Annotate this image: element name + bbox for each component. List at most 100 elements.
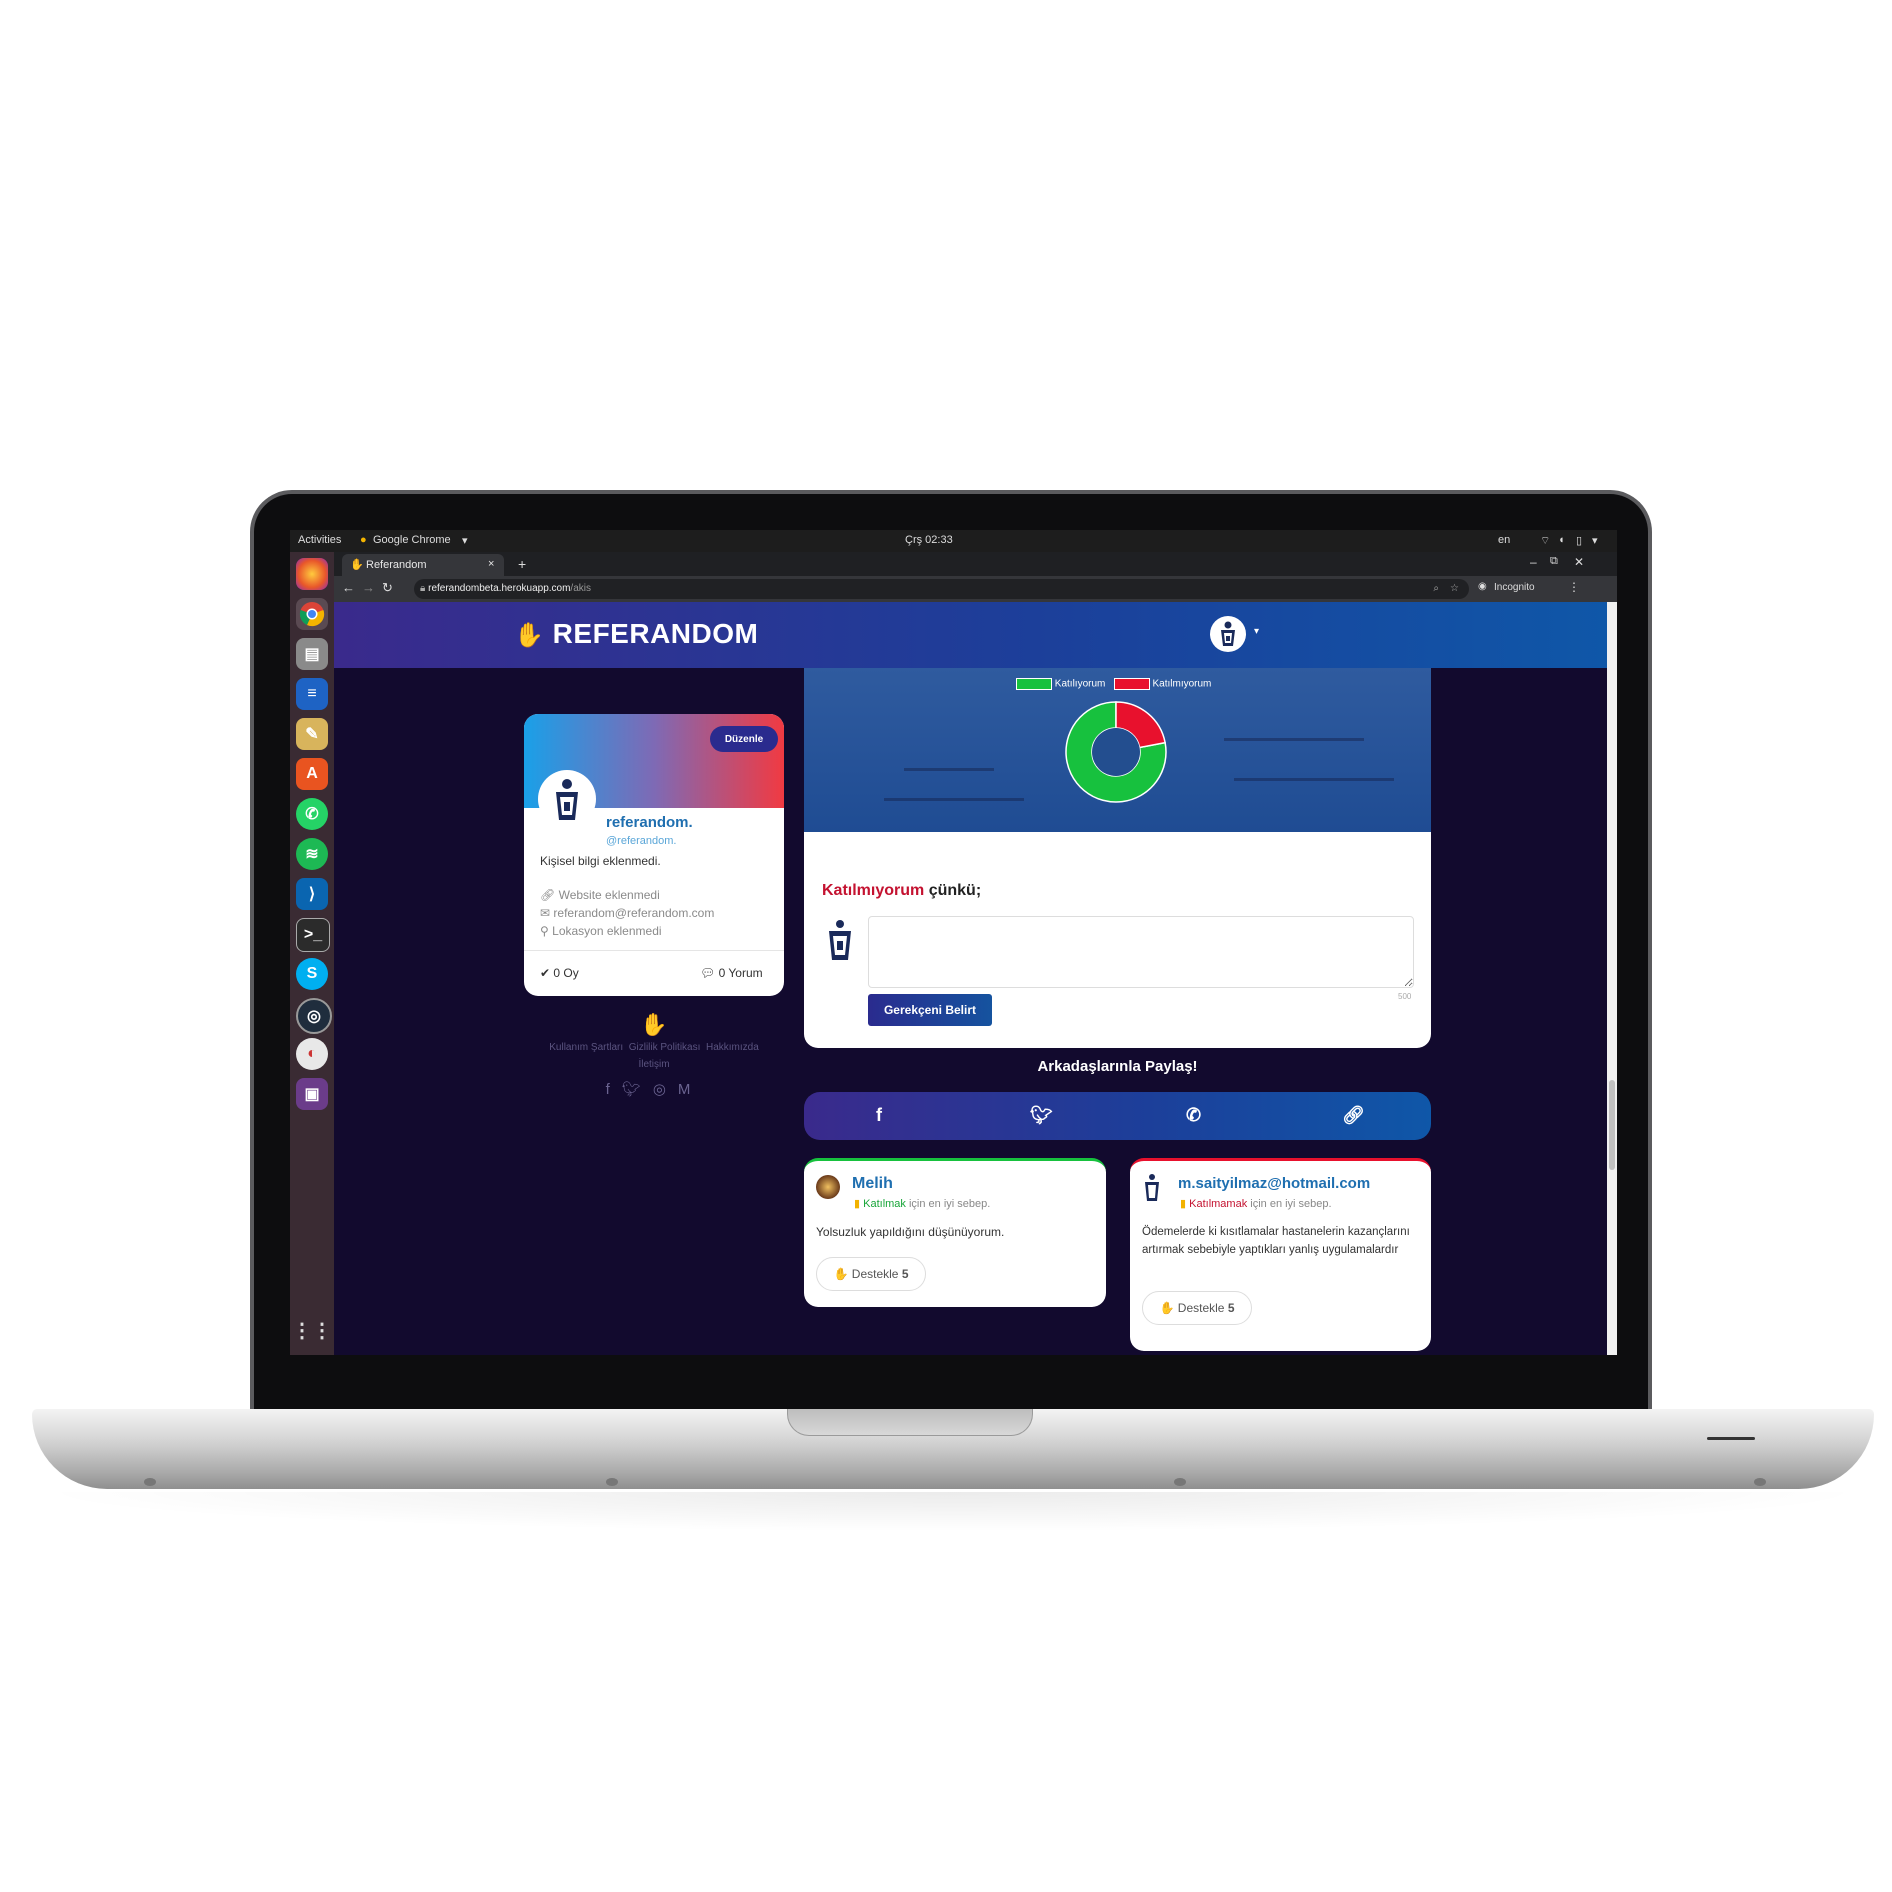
- tab-title: Referandom: [366, 559, 427, 571]
- text-editor-icon[interactable]: ✎: [296, 718, 328, 750]
- location-row: ⚲ Lokasyon eklenmedi: [540, 924, 662, 938]
- comment-author[interactable]: m.saityilmaz@hotmail.com: [1178, 1175, 1370, 1192]
- forward-icon[interactable]: →: [362, 580, 375, 595]
- check-icon: ✔: [540, 966, 551, 980]
- back-icon[interactable]: ←: [342, 580, 355, 595]
- close-tab-icon[interactable]: ×: [488, 558, 494, 570]
- reason-textarea[interactable]: [868, 916, 1414, 988]
- poll-banner: Katılıyorum Katılmıyorum: [804, 668, 1431, 832]
- copy-link-icon[interactable]: 🔗︎: [1342, 1105, 1365, 1126]
- votes-stat[interactable]: ✔ 0 Oy: [540, 966, 579, 980]
- wifi-icon[interactable]: ⌔: [1540, 534, 1550, 548]
- zoom-icon[interactable]: ⌕: [1433, 579, 1439, 599]
- website-text: Website eklenmedi: [558, 888, 660, 902]
- vscode-icon[interactable]: ⟩: [296, 878, 328, 910]
- video-app-icon[interactable]: ▣: [296, 1078, 328, 1110]
- hand-icon: ✋: [1159, 1301, 1175, 1315]
- files-icon[interactable]: ▤: [296, 638, 328, 670]
- stance-label: Katılmak: [863, 1198, 906, 1210]
- edit-profile-button[interactable]: Düzenle: [710, 726, 778, 752]
- writer-icon[interactable]: ≡: [296, 678, 328, 710]
- language-indicator[interactable]: en: [1498, 534, 1510, 546]
- support-count: 5: [1227, 1301, 1235, 1315]
- restore-icon[interactable]: ⧉: [1550, 555, 1558, 568]
- support-button[interactable]: ✋ Destekle 5: [816, 1257, 926, 1291]
- chrome-menu-icon[interactable]: ⋮: [1568, 580, 1580, 594]
- app-menu[interactable]: Google Chrome: [373, 534, 451, 546]
- reload-icon[interactable]: ↻: [382, 580, 393, 596]
- support-label: Destekle: [1177, 1301, 1225, 1315]
- raised-hands-icon: ✋: [640, 1012, 668, 1037]
- reason-heading: Katılmıyorum çünkü;: [822, 882, 981, 900]
- twitter-icon[interactable]: 🐦︎: [622, 1081, 653, 1098]
- terms-link[interactable]: Kullanım Şartları: [549, 1042, 623, 1053]
- about-link[interactable]: Hakkımızda: [706, 1042, 759, 1053]
- clock[interactable]: Çrş 02:33: [905, 534, 953, 546]
- map-pin-icon: ⚲: [540, 924, 549, 938]
- support-button[interactable]: ✋ Destekle 5: [1142, 1291, 1252, 1325]
- char-limit: 500: [1398, 992, 1412, 1001]
- scrollbar-thumb[interactable]: [1609, 1080, 1615, 1170]
- share-title: Arkadaşlarınla Paylaş!: [1037, 1058, 1198, 1075]
- commenter-avatar: [822, 918, 858, 962]
- address-bar[interactable]: 🔒︎ referandombeta.herokuapp.com/akis ⌕ ☆: [414, 579, 1469, 599]
- activities-button[interactable]: Activities: [298, 534, 341, 546]
- divider: [524, 950, 784, 951]
- whatsapp-share-icon[interactable]: ✆: [1186, 1105, 1201, 1126]
- show-apps-icon[interactable]: ⋮⋮: [292, 1314, 332, 1346]
- laptop-shadow: [30, 1492, 1876, 1532]
- privacy-link[interactable]: Gizlilik Politikası: [629, 1042, 701, 1053]
- instagram-icon[interactable]: ◎: [653, 1081, 678, 1098]
- skype-icon[interactable]: S: [296, 958, 328, 990]
- comment-text: Yolsuzluk yapıldığını düşünüyorum.: [816, 1225, 1005, 1239]
- user-menu-caret-icon[interactable]: ▾: [1254, 626, 1259, 637]
- close-window-icon[interactable]: ✕: [1574, 555, 1584, 569]
- media-app-icon[interactable]: ◐: [296, 1038, 328, 1070]
- submit-reason-button[interactable]: Gerekçeni Belirt: [868, 994, 992, 1026]
- poll-donut: [1065, 701, 1167, 803]
- comments-stat[interactable]: 💬︎ 0 Yorum: [700, 966, 763, 980]
- link-icon: 🔗︎: [540, 888, 556, 902]
- user-avatar[interactable]: [1210, 616, 1246, 652]
- comment-card: Melih ▮ Katılmak için en iyi sebep. Yols…: [804, 1158, 1106, 1307]
- stance-suffix: için en iyi sebep.: [905, 1198, 991, 1210]
- chrome-icon[interactable]: [296, 598, 328, 630]
- facebook-share-icon[interactable]: f: [876, 1105, 882, 1126]
- contact-link[interactable]: İletişim: [524, 1059, 784, 1070]
- profile-avatar: [538, 770, 596, 828]
- battery-icon[interactable]: ▯: [1576, 534, 1582, 547]
- profile-name[interactable]: referandom.: [606, 814, 693, 831]
- comment-author[interactable]: Melih: [852, 1175, 893, 1193]
- firefox-icon[interactable]: [296, 558, 328, 590]
- new-tab-icon[interactable]: +: [518, 556, 526, 572]
- page-scrollbar[interactable]: [1607, 602, 1617, 1355]
- twitter-share-icon[interactable]: 🐦︎: [1030, 1105, 1053, 1126]
- medium-icon[interactable]: M: [678, 1081, 703, 1098]
- facebook-icon[interactable]: f: [606, 1081, 622, 1098]
- software-center-icon[interactable]: A: [296, 758, 328, 790]
- minimize-icon[interactable]: –: [1530, 555, 1537, 569]
- chart-legend: Katılıyorum Katılmıyorum: [1016, 678, 1211, 690]
- chevron-down-icon: ▾: [462, 535, 468, 547]
- reason-suffix: çünkü;: [924, 882, 982, 899]
- terminal-icon[interactable]: >_: [296, 918, 330, 952]
- volume-icon[interactable]: ◖: [1558, 534, 1565, 546]
- comment-stance: ▮ Katılmamak için en iyi sebep.: [1180, 1197, 1332, 1210]
- legend-swatch-disagree: [1113, 678, 1150, 690]
- bookmark-star-icon[interactable]: ☆: [1450, 579, 1459, 599]
- bookmark-icon: ▮: [1180, 1198, 1187, 1210]
- url-path: /akis: [570, 583, 591, 594]
- incognito-label[interactable]: Incognito: [1494, 582, 1535, 593]
- comment-icon: 💬︎: [700, 966, 716, 980]
- settings-app-icon[interactable]: ◎: [296, 998, 332, 1034]
- whatsapp-icon[interactable]: ✆: [296, 798, 328, 830]
- legend-disagree-label: Katılmıyorum: [1152, 678, 1212, 690]
- browser-tab[interactable]: ✋ Referandom ×: [342, 554, 504, 576]
- comments-count: 0 Yorum: [718, 966, 763, 980]
- laptop-foot: [144, 1478, 156, 1486]
- spotify-icon[interactable]: ≋: [296, 838, 328, 870]
- envelope-icon: ✉: [540, 906, 551, 920]
- power-menu-icon[interactable]: ▾: [1592, 534, 1598, 547]
- raised-hands-icon: ✋: [514, 622, 545, 649]
- site-logo[interactable]: ✋ REFERANDOM: [514, 618, 758, 650]
